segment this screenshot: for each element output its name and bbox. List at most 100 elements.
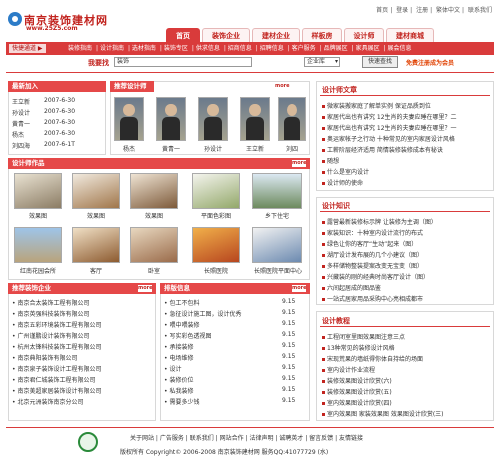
work-thumbnail[interactable] [130,173,178,209]
list-item[interactable]: • 南京英强科技装饰有限公司 [12,309,89,318]
footer-link[interactable]: 友情链接 [339,435,363,442]
list-item[interactable]: • 南京泉子装饰设计工程有限公司 [12,364,101,373]
work-thumbnail[interactable] [252,173,302,209]
list-item[interactable]: 露营最新装修标示牌 让装修为主调（图） [322,217,437,226]
list-item[interactable]: 13种常见的装修设计风格 [322,343,395,352]
footer-link[interactable]: 网站合作 [220,435,244,442]
list-item[interactable]: • 包工不包料 [164,298,199,307]
list-item[interactable]: 室内效果图设计欣赏(四) [322,398,392,407]
work-thumbnail[interactable] [130,227,178,263]
top-link-login[interactable]: 登录 [396,7,408,14]
designer-name[interactable]: 孙设计 [198,144,228,153]
footer-link[interactable]: 关于网站 [130,435,154,442]
work-caption[interactable]: 效果图 [14,211,62,220]
list-item[interactable]: • 承接装修 [164,342,193,351]
list-item[interactable]: • 装修价位 [164,375,193,384]
list-item[interactable]: 装修效果图设计欣赏(五) [322,387,392,396]
sub-nav-item[interactable]: 选材指南 [132,45,156,52]
work-caption[interactable]: 客厅 [72,266,120,275]
list-item[interactable]: • 南京合太装饰工程有限公司 [12,298,89,307]
work-caption[interactable]: 红南花园会所 [12,266,64,275]
sub-nav-item[interactable]: 供求信息 [196,45,220,52]
list-item[interactable]: 奥运家帐子之行动 十种常见的室内家居设计风格 [322,134,455,143]
list-item[interactable]: 工程闭室里图效果图注意三点 [322,332,405,341]
sub-nav-item[interactable]: 招商信息 [228,45,252,52]
designer-name[interactable]: 王立新 [240,144,270,153]
sub-nav-item[interactable]: 品牌展区 [324,45,348,52]
nav-tab-showrooms[interactable]: 样板房 [302,28,342,42]
more-link[interactable]: more [275,83,290,90]
work-caption[interactable]: 长照医院平面中心 [250,266,306,275]
list-item[interactable]: 兴藏装的刚的经典时尚客厅设计（图） [322,272,429,281]
list-item[interactable]: 多样储物整装提案改变无宝变（图） [322,261,423,270]
list-item[interactable]: • 南京君仁城装饰工程有限公司 [12,375,95,384]
list-item[interactable]: • 南京五彩环境装饰工程有限公司 [12,320,101,329]
sub-nav-item[interactable]: 招聘信息 [260,45,284,52]
list-item[interactable]: 王立新 [12,97,30,106]
list-item[interactable]: 宋现荒果的墙纸得你体自持给的场面 [322,354,423,363]
list-item[interactable]: 什么是室内设计 [322,167,369,176]
work-caption[interactable]: 效果图 [130,211,178,220]
list-item[interactable]: 黄青一 [12,119,30,128]
work-caption[interactable]: 乡下住宅 [252,211,302,220]
list-item[interactable]: • 北京元洲装饰南京分公司 [12,397,83,406]
list-item[interactable]: • 急征设计施工图，设计优秀 [164,309,241,318]
footer-link[interactable]: 诚聘英才 [279,435,303,442]
top-link-home[interactable]: 首页 [376,7,388,14]
designer-name[interactable]: 杨杰 [114,144,144,153]
work-caption[interactable]: 长照医院 [192,266,240,275]
footer-link[interactable]: 留言反馈 [309,435,333,442]
list-item[interactable]: 绿色让你的客厅“生动”起来（图） [322,239,417,248]
list-item[interactable]: • 南京典阳装饰有限公司 [12,353,77,362]
footer-link[interactable]: 联系我们 [190,435,214,442]
list-item[interactable]: • 南京美超家居装饰设计有限公司 [12,386,101,395]
designer-photo[interactable] [278,97,306,141]
footer-link[interactable]: 广告服务 [160,435,184,442]
list-item[interactable]: • 设计 [164,364,181,373]
sub-nav-item[interactable]: 装修指南 [68,45,92,52]
list-item[interactable]: 杨杰 [12,130,24,139]
list-item[interactable]: 随想 [322,156,339,165]
register-promo-link[interactable]: 免费注册成为会员 [406,58,454,67]
list-item[interactable]: • 需要多少钱 [164,397,199,406]
list-item[interactable]: • 喂中喂装修 [164,320,199,329]
work-thumbnail[interactable] [14,173,62,209]
top-link-register[interactable]: 注册 [416,7,428,14]
list-item[interactable]: 六间起居成的图品鉴 [322,283,381,292]
list-item[interactable]: 微家装搬家庭了解单实例 保证品质到位 [322,101,431,110]
list-item[interactable]: • 广州谨鹏设计装饰有限公司 [12,331,89,340]
designer-name[interactable]: 黄青一 [156,144,186,153]
sub-nav-item[interactable]: 展会信息 [388,45,412,52]
work-thumbnail[interactable] [192,227,240,263]
top-link-traditional[interactable]: 繁体中文 [436,7,460,14]
sub-nav-item[interactable]: 设计指南 [100,45,124,52]
search-input[interactable]: 装饰 [114,57,252,67]
list-item[interactable]: 一站式居家用品采购中心亮相成都市 [322,294,423,303]
list-item[interactable]: 家装知识：十种室内设计流行的布式 [322,228,423,237]
sub-nav-item[interactable]: 客户服务 [292,45,316,52]
work-thumbnail[interactable] [252,227,302,263]
search-category-select[interactable]: 企业库 [304,57,340,67]
list-item[interactable]: 湖厅设计发布展的几个小建议（图） [322,250,423,259]
list-item[interactable]: 设计师的使命 [322,178,363,187]
designer-photo[interactable] [198,97,228,141]
list-item[interactable]: 室内设计作业流程 [322,365,375,374]
sub-nav-item[interactable]: 装饰专区 [164,45,188,52]
nav-tab-home[interactable]: 首页 [166,28,200,42]
designer-photo[interactable] [114,97,144,141]
nav-tab-decoration-companies[interactable]: 装饰企业 [202,28,250,42]
work-thumbnail[interactable] [72,173,120,209]
nav-tab-material-companies[interactable]: 建材企业 [252,28,300,42]
work-caption[interactable]: 平面色彩图 [192,211,240,220]
list-item[interactable]: 家居代出也有讲究 12生肖的夫妻应睡在哪里？二 [322,112,457,121]
list-item[interactable]: 刘四海 [12,141,30,150]
work-caption[interactable]: 效果图 [72,211,120,220]
list-item[interactable]: 家居代出也有讲究 12生肖的夫妻应睡在哪里？一 [322,123,457,132]
site-logo[interactable]: 南京装饰建材网 www.25Z5.com [6,6,124,34]
nav-tab-designers[interactable]: 设计师 [344,28,384,42]
more-link[interactable]: more [292,160,307,167]
work-thumbnail[interactable] [14,227,62,263]
designer-photo[interactable] [240,97,270,141]
work-thumbnail[interactable] [192,173,240,209]
sub-nav-item[interactable]: 家具展区 [356,45,380,52]
